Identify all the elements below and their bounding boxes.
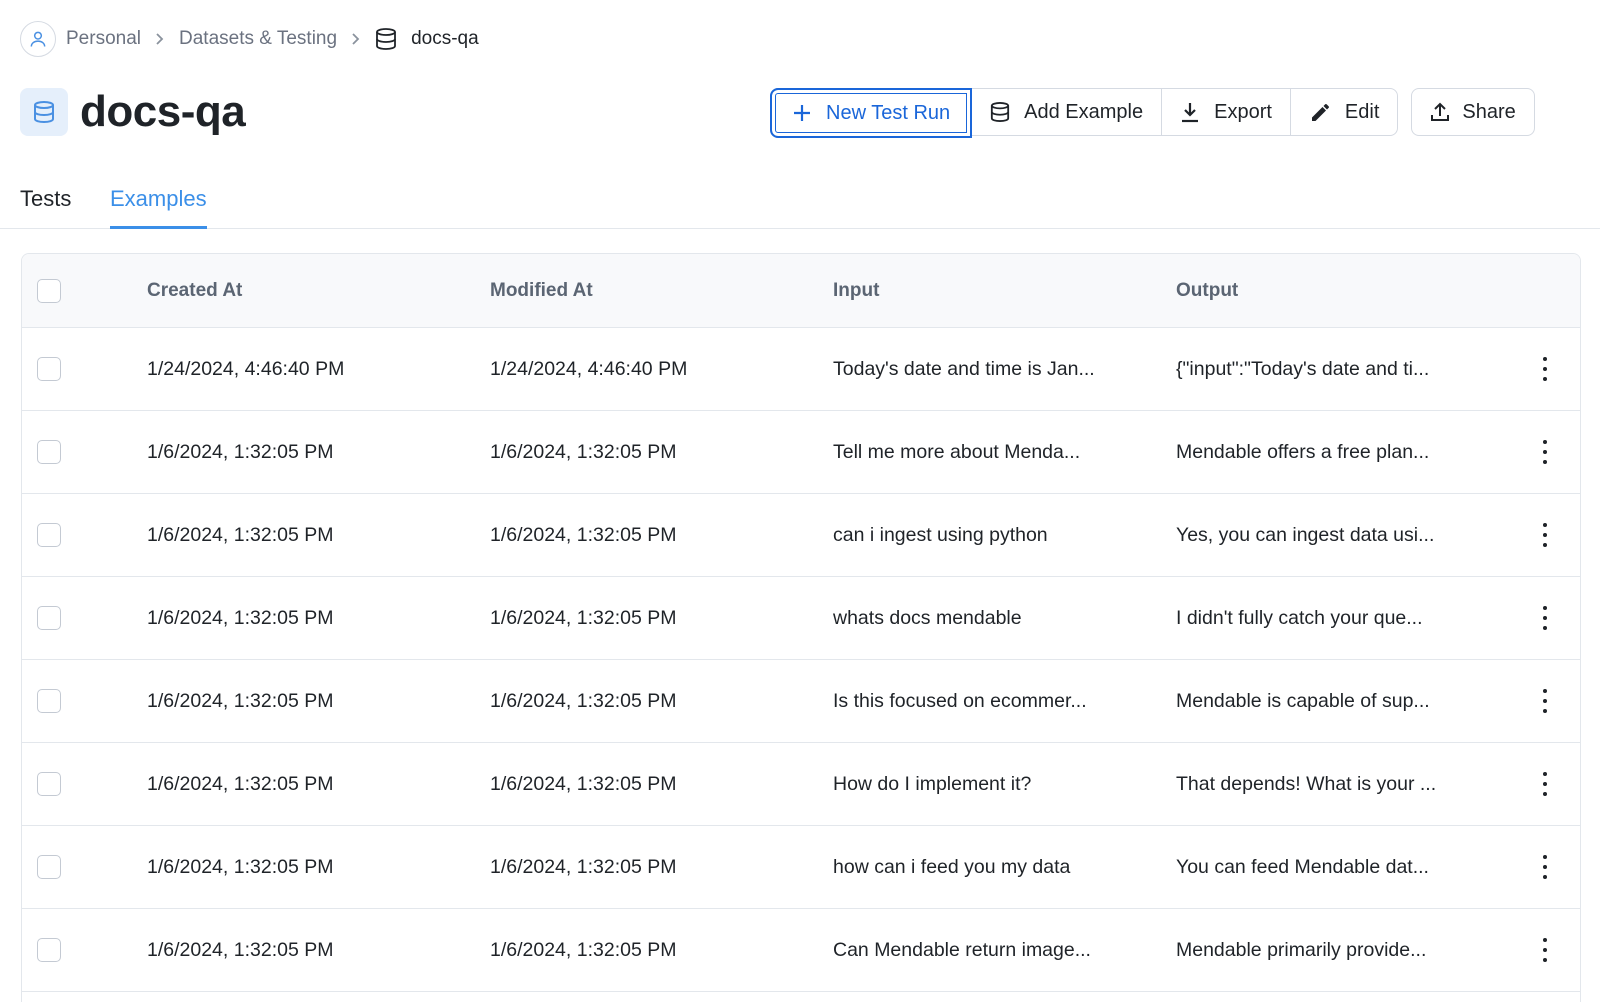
export-label: Export xyxy=(1214,100,1272,123)
breadcrumb-datasets-testing[interactable]: Datasets & Testing xyxy=(179,28,337,50)
row-checkbox[interactable] xyxy=(37,855,61,879)
tab-bar: Tests Examples xyxy=(0,176,1600,229)
share-label: Share xyxy=(1462,100,1516,123)
row-checkbox[interactable] xyxy=(37,689,61,713)
action-button-group: New Test Run Add Example Export Edit xyxy=(770,88,1399,138)
more-vertical-icon[interactable] xyxy=(1540,440,1550,464)
cell-output: {"input":"Today's date and ti... xyxy=(1176,357,1430,380)
cell-input: how can i feed you my data xyxy=(833,855,1071,878)
cell-output: I didn't fully catch your que... xyxy=(1176,606,1423,629)
cell-output: Mendable primarily provide... xyxy=(1176,938,1427,961)
cell-modified-at: 1/6/2024, 1:32:05 PM xyxy=(490,440,677,463)
user-icon[interactable] xyxy=(20,21,56,57)
row-checkbox[interactable] xyxy=(37,440,61,464)
cell-created-at: 1/6/2024, 1:32:05 PM xyxy=(147,523,334,546)
breadcrumb-current: docs-qa xyxy=(375,27,479,51)
database-icon xyxy=(20,88,68,136)
cell-output: Yes, you can ingest data usi... xyxy=(1176,523,1435,546)
chevron-right-icon xyxy=(155,32,165,46)
database-icon xyxy=(375,27,397,51)
cell-created-at: 1/24/2024, 4:46:40 PM xyxy=(147,357,345,380)
edit-label: Edit xyxy=(1344,100,1380,123)
table-row[interactable]: 1/6/2024, 1:32:05 PM 1/6/2024, 1:32:05 P… xyxy=(22,494,1580,577)
examples-table: Created At Modified At Input Output 1/24… xyxy=(21,253,1581,1002)
more-vertical-icon[interactable] xyxy=(1540,938,1550,962)
cell-output: Mendable is capable of sup... xyxy=(1176,689,1430,712)
share-button[interactable]: Share xyxy=(1411,88,1535,136)
breadcrumb-current-label: docs-qa xyxy=(411,28,479,49)
upload-icon xyxy=(1430,101,1450,123)
pencil-icon xyxy=(1309,101,1331,123)
select-all-checkbox[interactable] xyxy=(37,278,61,303)
edit-button[interactable]: Edit xyxy=(1290,89,1398,135)
table-row[interactable]: 1/6/2024, 1:32:05 PM 1/6/2024, 1:32:05 P… xyxy=(22,411,1580,494)
cell-modified-at: 1/6/2024, 1:32:05 PM xyxy=(490,855,677,878)
more-vertical-icon[interactable] xyxy=(1540,357,1550,381)
database-icon xyxy=(990,100,1010,124)
cell-input: How do I implement it? xyxy=(833,772,1032,795)
cell-input: whats docs mendable xyxy=(833,606,1022,629)
cell-modified-at: 1/6/2024, 1:32:05 PM xyxy=(490,938,677,961)
tab-examples[interactable]: Examples xyxy=(110,176,207,229)
cell-modified-at: 1/6/2024, 1:32:05 PM xyxy=(490,689,677,712)
cell-modified-at: 1/24/2024, 4:46:40 PM xyxy=(490,357,688,380)
table-row[interactable]: 1/6/2024, 1:32:05 PM 1/6/2024, 1:32:05 P… xyxy=(22,660,1580,743)
cell-output: Mendable offers a free plan... xyxy=(1176,440,1430,463)
page-title: docs-qa xyxy=(80,87,246,136)
row-checkbox[interactable] xyxy=(37,938,61,962)
more-vertical-icon[interactable] xyxy=(1540,523,1550,547)
more-vertical-icon[interactable] xyxy=(1540,689,1550,713)
cell-input: can i ingest using python xyxy=(833,523,1048,546)
row-checkbox[interactable] xyxy=(37,523,61,547)
page-header: docs-qa xyxy=(20,86,246,138)
row-checkbox[interactable] xyxy=(37,606,61,630)
column-header-created-at[interactable]: Created At xyxy=(147,280,242,302)
table-row[interactable]: 1/6/2024, 1:32:05 PM 1/6/2024, 1:32:05 P… xyxy=(22,577,1580,660)
cell-created-at: 1/6/2024, 1:32:05 PM xyxy=(147,938,334,961)
download-icon xyxy=(1180,101,1200,123)
cell-created-at: 1/6/2024, 1:32:05 PM xyxy=(147,855,334,878)
table-body: 1/24/2024, 4:46:40 PM 1/24/2024, 4:46:40… xyxy=(22,328,1580,992)
cell-created-at: 1/6/2024, 1:32:05 PM xyxy=(147,606,334,629)
cell-modified-at: 1/6/2024, 1:32:05 PM xyxy=(490,606,677,629)
new-test-run-label: New Test Run xyxy=(826,101,951,124)
new-test-run-button[interactable]: New Test Run xyxy=(770,88,973,138)
row-checkbox[interactable] xyxy=(37,772,61,796)
table-row[interactable]: 1/6/2024, 1:32:05 PM 1/6/2024, 1:32:05 P… xyxy=(22,909,1580,992)
add-example-button[interactable]: Add Example xyxy=(972,89,1163,135)
more-vertical-icon[interactable] xyxy=(1540,855,1550,879)
more-vertical-icon[interactable] xyxy=(1540,772,1550,796)
tab-tests[interactable]: Tests xyxy=(20,176,71,229)
add-example-label: Add Example xyxy=(1024,100,1144,123)
more-vertical-icon[interactable] xyxy=(1540,606,1550,630)
column-header-input[interactable]: Input xyxy=(833,280,879,302)
table-header: Created At Modified At Input Output xyxy=(22,254,1580,328)
breadcrumb-personal[interactable]: Personal xyxy=(66,28,141,50)
table-row[interactable]: 1/6/2024, 1:32:05 PM 1/6/2024, 1:32:05 P… xyxy=(22,826,1580,909)
row-checkbox[interactable] xyxy=(37,357,61,381)
cell-output: You can feed Mendable dat... xyxy=(1176,855,1429,878)
plus-icon xyxy=(792,103,812,123)
table-row[interactable]: 1/6/2024, 1:32:05 PM 1/6/2024, 1:32:05 P… xyxy=(22,743,1580,826)
cell-modified-at: 1/6/2024, 1:32:05 PM xyxy=(490,772,677,795)
export-button[interactable]: Export xyxy=(1162,89,1291,135)
cell-modified-at: 1/6/2024, 1:32:05 PM xyxy=(490,523,677,546)
toolbar: New Test Run Add Example Export Edit Sha… xyxy=(770,88,1535,138)
table-row[interactable]: 1/24/2024, 4:46:40 PM 1/24/2024, 4:46:40… xyxy=(22,328,1580,411)
cell-created-at: 1/6/2024, 1:32:05 PM xyxy=(147,772,334,795)
cell-input: Can Mendable return image... xyxy=(833,938,1091,961)
cell-input: Today's date and time is Jan... xyxy=(833,357,1095,380)
cell-created-at: 1/6/2024, 1:32:05 PM xyxy=(147,689,334,712)
cell-output: That depends! What is your ... xyxy=(1176,772,1437,795)
breadcrumb: Personal Datasets & Testing docs-qa xyxy=(20,20,479,58)
column-header-modified-at[interactable]: Modified At xyxy=(490,280,593,302)
cell-created-at: 1/6/2024, 1:32:05 PM xyxy=(147,440,334,463)
chevron-right-icon xyxy=(351,32,361,46)
cell-input: Is this focused on ecommer... xyxy=(833,689,1087,712)
column-header-output[interactable]: Output xyxy=(1176,280,1238,302)
cell-input: Tell me more about Menda... xyxy=(833,440,1081,463)
